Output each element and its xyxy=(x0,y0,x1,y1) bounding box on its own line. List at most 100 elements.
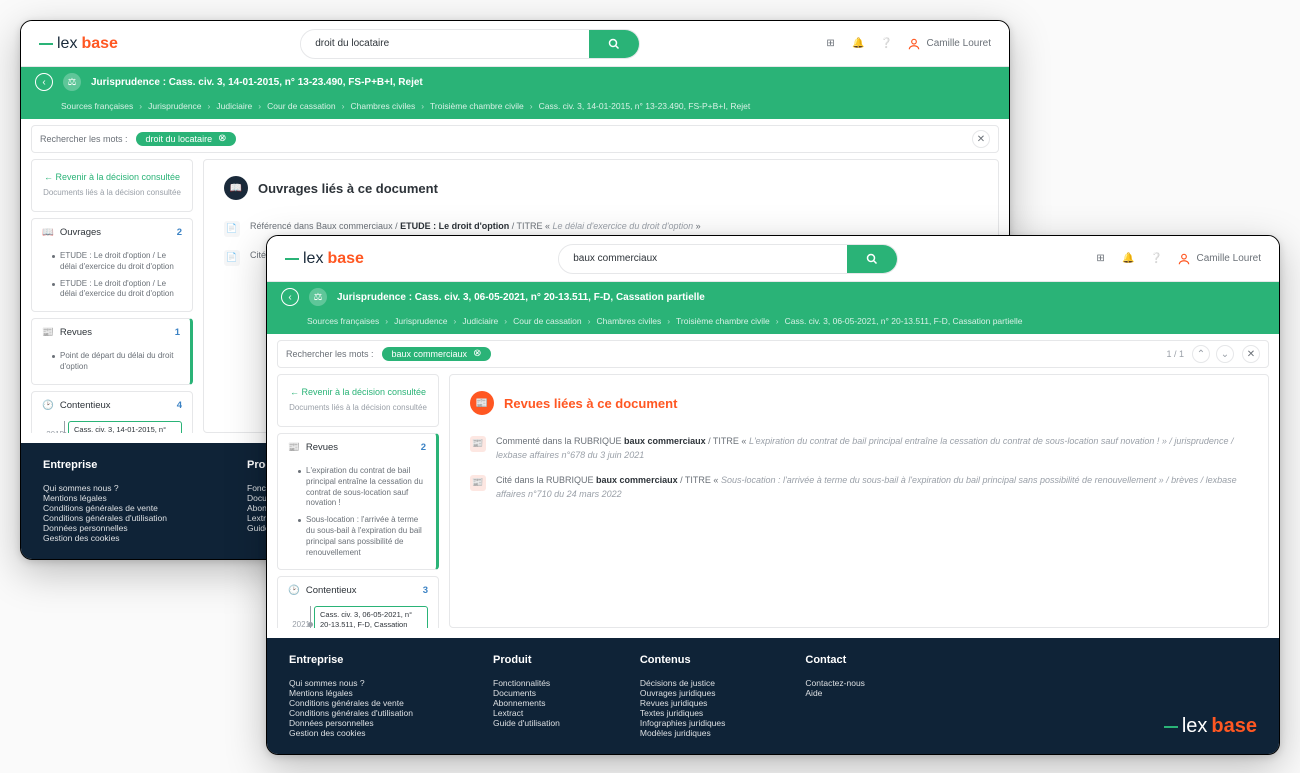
footer-heading: Entreprise xyxy=(289,654,413,666)
footer-heading: Contact xyxy=(805,654,865,666)
book-circle-icon: 📖 xyxy=(224,176,248,200)
filter-label: Rechercher les mots : xyxy=(40,134,128,144)
breadcrumb-item[interactable]: Cour de cassation xyxy=(267,101,336,111)
apps-icon[interactable]: ⊞ xyxy=(823,36,839,52)
breadcrumb-item[interactable]: Sources françaises xyxy=(61,101,133,111)
breadcrumb-item[interactable]: Troisième chambre civile xyxy=(430,101,524,111)
result-icon: 📄 xyxy=(224,250,240,266)
footer-link[interactable]: Conditions générales de vente xyxy=(43,503,167,513)
bell-icon[interactable]: 🔔 xyxy=(1121,251,1137,267)
breadcrumb-item[interactable]: Cass. civ. 3, 14-01-2015, n° 13-23.490, … xyxy=(539,101,751,111)
search-input[interactable] xyxy=(301,38,589,49)
search-button[interactable] xyxy=(847,245,897,273)
user-menu[interactable]: Camille Louret xyxy=(907,37,991,51)
section-revues[interactable]: 📰Revues1 xyxy=(42,327,180,342)
result-row[interactable]: 📰Commenté dans la RUBRIQUE baux commerci… xyxy=(470,429,1248,468)
footer-link[interactable]: Qui sommes nous ? xyxy=(289,678,413,688)
result-icon: 📄 xyxy=(224,221,240,237)
footer-link[interactable]: Guide d'utilisation xyxy=(493,718,560,728)
news-icon: 📰 xyxy=(288,442,300,453)
back-button[interactable]: ‹ xyxy=(35,73,53,91)
breadcrumb-item[interactable]: Sources françaises xyxy=(307,316,379,326)
footer-link[interactable]: Contactez-nous xyxy=(805,678,865,688)
section-revues[interactable]: 📰 Revues 2 xyxy=(288,442,426,457)
footer-link[interactable]: Infographies juridiques xyxy=(640,718,726,728)
doc-title: Jurisprudence : Cass. civ. 3, 06-05-2021… xyxy=(337,292,705,303)
list-item[interactable]: Point de départ du délai du droit d'opti… xyxy=(52,348,180,376)
footer-link[interactable]: Données personnelles xyxy=(43,523,167,533)
breadcrumb-item[interactable]: Jurisprudence xyxy=(394,316,447,326)
filter-chip[interactable]: droit du locataire⊗ xyxy=(136,132,237,146)
footer-link[interactable]: Gestion des cookies xyxy=(289,728,413,738)
footer-link[interactable]: Gestion des cookies xyxy=(43,533,167,543)
search-input[interactable] xyxy=(559,253,847,264)
footer-link[interactable]: Mentions légales xyxy=(43,493,167,503)
back-to-decision-link[interactable]: ← Revenir à la décision consultée xyxy=(42,168,182,186)
footer-link[interactable]: Documents xyxy=(493,688,560,698)
timeline-item[interactable]: Cass. civ. 3, 06-05-2021, n° 20-13.511, … xyxy=(314,606,428,628)
section-ouvrages[interactable]: 📖 Ouvrages 2 xyxy=(42,227,182,242)
linked-docs-label: Documents liés à la décision consultée xyxy=(42,186,182,203)
filter-chip[interactable]: baux commerciaux⊗ xyxy=(382,347,492,361)
list-item[interactable]: L'expiration du contrat de bail principa… xyxy=(298,463,426,512)
main-title: Revues liées à ce document xyxy=(504,396,677,411)
help-icon[interactable]: ❔ xyxy=(879,36,895,52)
remove-chip-icon[interactable]: ⊗ xyxy=(473,349,481,359)
back-to-decision-link[interactable]: ← Revenir à la décision consultée xyxy=(288,383,428,401)
footer-link[interactable]: Aide xyxy=(805,688,865,698)
footer-link[interactable]: Conditions générales d'utilisation xyxy=(289,708,413,718)
footer-link[interactable]: Textes juridiques xyxy=(640,708,726,718)
breadcrumb-item[interactable]: Chambres civiles xyxy=(350,101,415,111)
breadcrumb-item[interactable]: Judiciaire xyxy=(216,101,252,111)
section-contentieux[interactable]: 🕑 Contentieux 3 xyxy=(288,585,428,600)
filter-label: Rechercher les mots : xyxy=(286,349,374,359)
remove-chip-icon[interactable]: ⊗ xyxy=(218,134,226,144)
close-filter-button[interactable]: ✕ xyxy=(972,130,990,148)
back-button[interactable]: ‹ xyxy=(281,288,299,306)
footer-link[interactable]: Lextract xyxy=(493,708,560,718)
book-icon: 📖 xyxy=(42,227,54,238)
search-box xyxy=(558,244,898,274)
search-icon xyxy=(866,253,878,265)
footer-link[interactable]: Qui sommes nous ? xyxy=(43,483,167,493)
apps-icon[interactable]: ⊞ xyxy=(1093,251,1109,267)
news-circle-icon: 📰 xyxy=(470,391,494,415)
breadcrumb-item[interactable]: Troisième chambre civile xyxy=(676,316,770,326)
breadcrumb-item[interactable]: Jurisprudence xyxy=(148,101,201,111)
breadcrumb-item[interactable]: Chambres civiles xyxy=(596,316,661,326)
user-menu[interactable]: Camille Louret xyxy=(1177,252,1261,266)
logo[interactable]: lexbase xyxy=(39,35,118,53)
footer-link[interactable]: Mentions légales xyxy=(289,688,413,698)
footer-link[interactable]: Modèles juridiques xyxy=(640,728,726,738)
breadcrumb-item[interactable]: Judiciaire xyxy=(462,316,498,326)
footer-link[interactable]: Décisions de justice xyxy=(640,678,726,688)
footer-link[interactable]: Abonnements xyxy=(493,698,560,708)
breadcrumb-item[interactable]: Cass. civ. 3, 06-05-2021, n° 20-13.511, … xyxy=(785,316,1023,326)
breadcrumb-item[interactable]: Cour de cassation xyxy=(513,316,582,326)
list-item[interactable]: ETUDE : Le droit d'option / Le délai d'e… xyxy=(52,276,182,304)
help-icon[interactable]: ❔ xyxy=(1149,251,1165,267)
footer-link[interactable]: Conditions générales de vente xyxy=(289,698,413,708)
search-box xyxy=(300,29,640,59)
result-count: 1 / 1 xyxy=(1166,349,1184,359)
clock-icon: 🕑 xyxy=(288,585,300,596)
footer-link[interactable]: Données personnelles xyxy=(289,718,413,728)
footer-link[interactable]: Fonctionnalités xyxy=(493,678,560,688)
title-bar: ‹ ⚖ Jurisprudence : Cass. civ. 3, 06-05-… xyxy=(267,282,1279,312)
footer-link[interactable]: Ouvrages juridiques xyxy=(640,688,726,698)
list-item[interactable]: Sous-location : l'arrivée à terme du sou… xyxy=(298,512,426,561)
next-result-button[interactable]: ⌄ xyxy=(1216,345,1234,363)
close-filter-button[interactable]: ✕ xyxy=(1242,345,1260,363)
section-contentieux[interactable]: 🕑 Contentieux 4 xyxy=(42,400,182,415)
bell-icon[interactable]: 🔔 xyxy=(851,36,867,52)
result-row[interactable]: 📰Cité dans la RUBRIQUE baux commerciaux … xyxy=(470,468,1248,507)
user-icon xyxy=(907,37,921,51)
prev-result-button[interactable]: ⌃ xyxy=(1192,345,1210,363)
logo[interactable]: lexbase xyxy=(285,250,364,268)
footer-link[interactable]: Revues juridiques xyxy=(640,698,726,708)
list-item[interactable]: ETUDE : Le droit d'option / Le délai d'e… xyxy=(52,248,182,276)
footer-link[interactable]: Conditions générales d'utilisation xyxy=(43,513,167,523)
search-button[interactable] xyxy=(589,30,639,58)
timeline-item[interactable]: Cass. civ. 3, 14-01-2015, n° 13-23.490, … xyxy=(68,421,182,433)
topbar: lexbase ⊞ 🔔 ❔ Camille Louret xyxy=(267,236,1279,282)
